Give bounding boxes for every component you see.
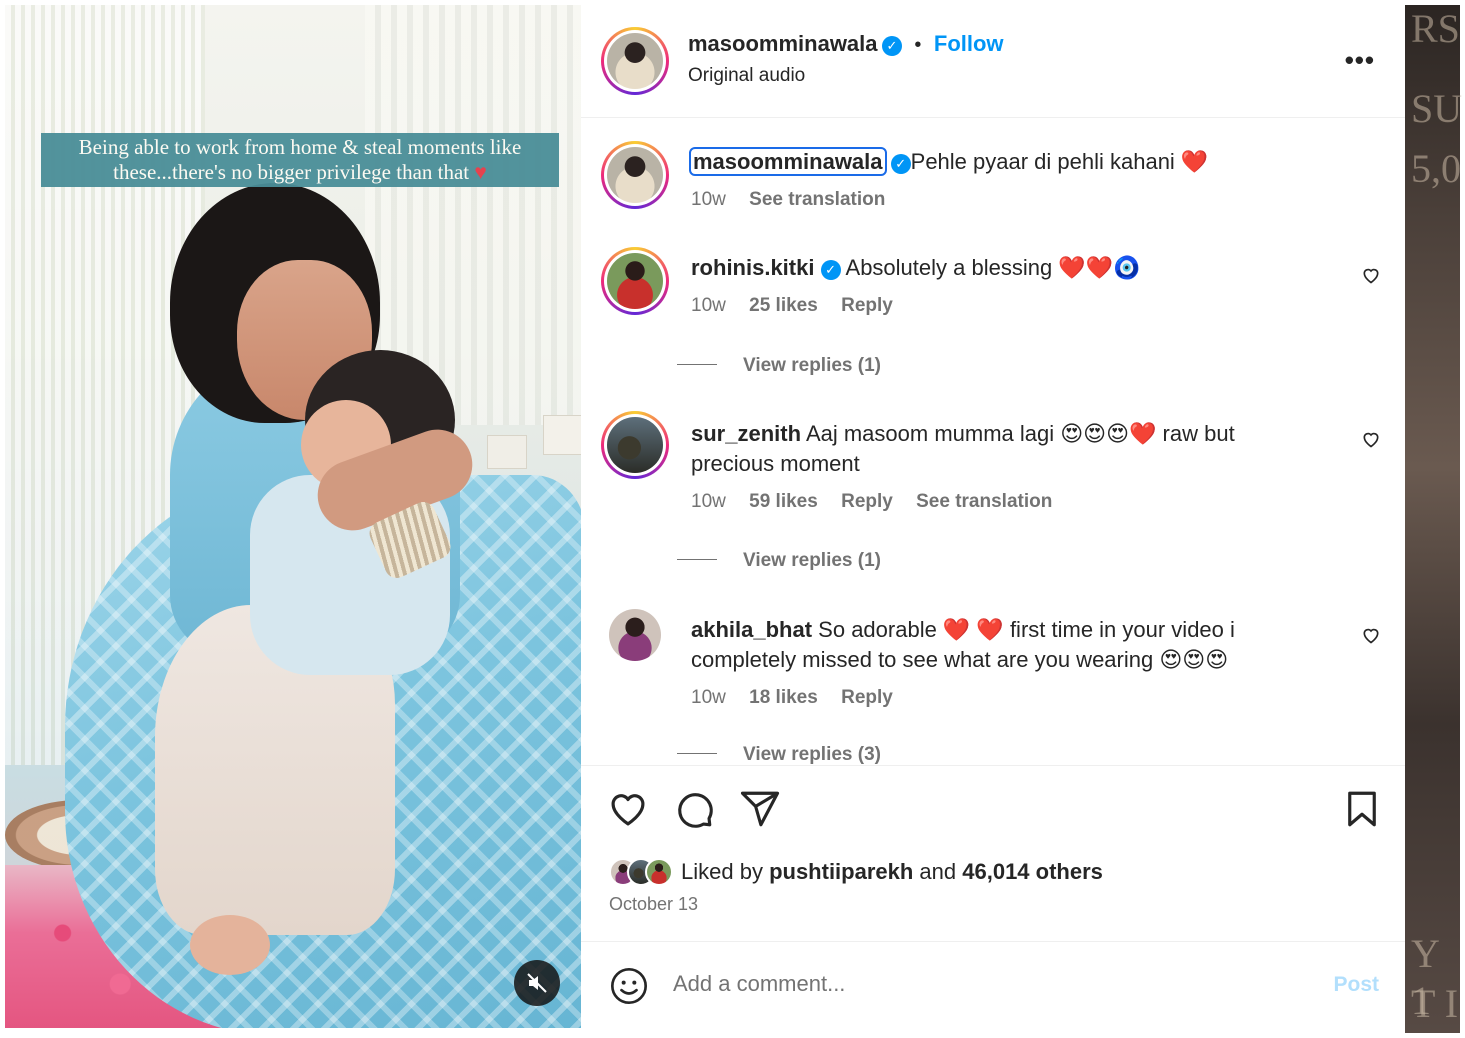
reply-button[interactable]: Reply xyxy=(841,491,893,512)
speaker-muted-icon xyxy=(527,973,547,993)
reply-button[interactable]: Reply xyxy=(841,687,893,708)
comment-time[interactable]: 10w xyxy=(691,687,726,708)
heart-icon xyxy=(1363,268,1379,284)
overlay-line-2: these...there's no bigger privilege than… xyxy=(41,160,559,185)
comment-time[interactable]: 10w xyxy=(691,295,726,316)
comment-meta: 10w 25 likes Reply xyxy=(691,295,911,317)
wall-switch xyxy=(543,415,581,455)
post-comment-button[interactable]: Post xyxy=(1333,973,1379,997)
comment-meta: 10w 18 likes Reply xyxy=(691,687,911,709)
verified-badge-icon: ✓ xyxy=(890,154,911,174)
replies-divider-line xyxy=(677,364,717,365)
comment-text-row: sur_zenith Aaj masoom mumma lagi 😍😍😍❤️ r… xyxy=(691,419,1291,479)
heart-icon xyxy=(1363,432,1379,448)
comment-button[interactable] xyxy=(673,788,715,835)
heart-icon xyxy=(1363,628,1379,644)
caption-meta: 10w See translation xyxy=(691,189,903,211)
see-translation-link[interactable]: See translation xyxy=(749,189,885,210)
comment-time[interactable]: 10w xyxy=(691,491,726,512)
post-actions: Liked by pushtiiparekh and 46,014 others… xyxy=(581,765,1405,941)
see-translation-link[interactable]: See translation xyxy=(916,491,1052,512)
comment-likes[interactable]: 59 likes xyxy=(749,491,818,512)
comment-text: Absolutely a blessing ❤️❤️🧿 xyxy=(845,255,1141,280)
commenter-avatar[interactable] xyxy=(601,411,669,479)
overlay-line-2-text: these...there's no bigger privilege than… xyxy=(113,160,470,184)
comment-like-button[interactable] xyxy=(1361,429,1381,454)
author-username[interactable]: masoomminawala xyxy=(688,31,878,56)
baby-foot xyxy=(190,915,270,975)
heart-emoji: ♥ xyxy=(474,160,487,184)
commenter-avatar[interactable] xyxy=(601,247,669,315)
likes-summary[interactable]: Liked by pushtiiparekh and 46,014 others xyxy=(609,858,1103,886)
comment-input[interactable] xyxy=(673,962,1293,1006)
comment-likes[interactable]: 18 likes xyxy=(749,687,818,708)
add-comment-bar: Post xyxy=(581,941,1405,1028)
like-button[interactable] xyxy=(607,788,649,835)
caption-text-row: masoomminawala ✓ Pehle pyaar di pehli kah… xyxy=(689,147,1291,177)
caption-avatar[interactable] xyxy=(601,141,669,209)
comment-likes[interactable]: 25 likes xyxy=(749,295,818,316)
mute-button[interactable] xyxy=(514,960,560,1006)
comment-like-button[interactable] xyxy=(1361,265,1381,290)
post-video[interactable]: Being able to work from home & steal mom… xyxy=(5,5,581,1028)
view-replies-label: View replies (3) xyxy=(743,744,881,765)
verified-badge-icon: ✓ xyxy=(820,260,841,280)
video-text-overlay: Being able to work from home & steal mom… xyxy=(41,133,559,187)
replies-divider-line xyxy=(677,559,717,560)
audio-label[interactable]: Original audio xyxy=(688,65,805,87)
liked-by-user[interactable]: pushtiiparekh xyxy=(769,859,913,884)
more-options-icon[interactable]: ••• xyxy=(1345,45,1375,76)
reply-button[interactable]: Reply xyxy=(841,295,893,316)
caption-text: Pehle pyaar di pehli kahani ❤️ xyxy=(910,149,1209,174)
comment-username[interactable]: rohinis.kitki xyxy=(691,255,814,280)
bookmark-icon xyxy=(1348,791,1376,827)
overlay-line-1: Being able to work from home & steal mom… xyxy=(78,135,522,159)
comment-bubble-icon xyxy=(678,793,713,828)
likes-text: Liked by pushtiiparekh and 46,014 others xyxy=(681,859,1103,885)
next-post-preview[interactable]: RS SU 5,0 Y 1 T I xyxy=(1405,5,1462,1033)
comment-username[interactable]: sur_zenith xyxy=(691,421,801,446)
heart-icon xyxy=(611,794,645,826)
post-header: masoomminawala ✓ • Follow Original audio… xyxy=(581,5,1405,118)
comment-text-row: rohinis.kitki ✓ Absolutely a blessing ❤️… xyxy=(691,253,1291,283)
post-date[interactable]: October 13 xyxy=(609,894,698,915)
view-replies-button[interactable]: View replies (1) xyxy=(677,355,881,377)
save-button[interactable] xyxy=(1341,788,1383,835)
separator-dot: • xyxy=(914,34,922,56)
author-avatar[interactable] xyxy=(601,27,669,95)
comment-text-row: akhila_bhat So adorable ❤️ ❤️ first time… xyxy=(691,615,1291,675)
comment-like-button[interactable] xyxy=(1361,625,1381,650)
replies-divider-line xyxy=(677,753,717,754)
view-replies-button[interactable]: View replies (1) xyxy=(677,550,881,572)
commenter-avatar[interactable] xyxy=(609,609,661,661)
verified-badge-icon: ✓ xyxy=(881,36,902,56)
post-details-panel: masoomminawala ✓ • Follow Original audio… xyxy=(581,5,1405,1028)
view-replies-label: View replies (1) xyxy=(743,550,881,571)
follow-button[interactable]: Follow xyxy=(934,31,1004,56)
likes-others-count[interactable]: 46,014 others xyxy=(962,859,1103,884)
view-replies-button[interactable]: View replies (3) xyxy=(677,744,881,765)
comment-meta: 10w 59 likes Reply See translation xyxy=(691,491,1070,513)
view-replies-label: View replies (1) xyxy=(743,355,881,376)
caption-time[interactable]: 10w xyxy=(691,189,726,210)
comment-username[interactable]: akhila_bhat xyxy=(691,617,812,642)
wall-switch xyxy=(487,435,527,469)
comments-list[interactable]: masoomminawala ✓ Pehle pyaar di pehli kah… xyxy=(581,119,1405,765)
liker-avatar xyxy=(645,858,673,886)
caption-username[interactable]: masoomminawala xyxy=(689,147,887,176)
likes-prefix: Liked by xyxy=(681,859,770,884)
likes-middle: and xyxy=(913,859,963,884)
smiley-icon xyxy=(611,968,647,1004)
send-icon xyxy=(740,791,780,827)
share-button[interactable] xyxy=(739,788,781,835)
emoji-button[interactable] xyxy=(609,966,649,1011)
